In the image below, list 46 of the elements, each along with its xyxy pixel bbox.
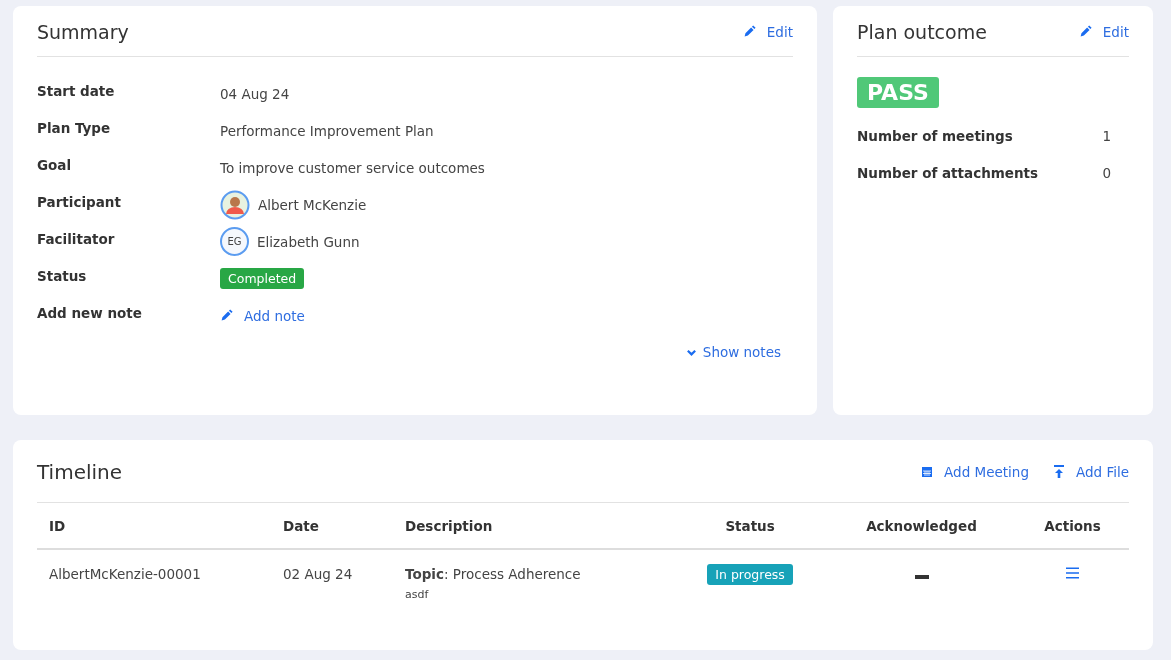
- result-badge: PASS: [857, 77, 939, 108]
- field-label: Start date: [37, 82, 116, 99]
- field-label: Goal: [37, 156, 73, 173]
- add-note-link[interactable]: Add note: [220, 307, 305, 324]
- edit-link[interactable]: Edit: [742, 23, 793, 40]
- column-header: Actions: [1044, 518, 1101, 534]
- stat-label: Number of attachments: [857, 165, 1039, 183]
- stat-label: Number of meetings: [857, 128, 1013, 146]
- avatar-icon: [220, 189, 250, 220]
- field-value: To improve customer service outcomes: [220, 159, 485, 176]
- card-title: Plan outcome: [857, 20, 987, 43]
- status-badge: Completed: [220, 268, 305, 289]
- column-header: Date: [283, 518, 319, 534]
- calendar-icon: [921, 465, 934, 478]
- edit-link[interactable]: Edit: [1078, 23, 1129, 40]
- status-badge: In progress: [707, 564, 793, 585]
- column-header: Description: [405, 518, 493, 534]
- pencil-icon: [742, 25, 756, 38]
- column-header: ID: [49, 518, 66, 534]
- description-note: asdf: [405, 588, 430, 601]
- field-label: Status: [37, 267, 88, 284]
- column-header: Status: [725, 518, 775, 534]
- action-link[interactable]: Add File: [1052, 463, 1129, 480]
- table-cell: AlbertMcKenzie-00001: [49, 566, 201, 582]
- stat-value: 0: [1102, 165, 1111, 183]
- action-link[interactable]: Add Meeting: [921, 463, 1029, 480]
- column-header: Acknowledged: [866, 518, 977, 534]
- card-title: Summary: [37, 20, 129, 43]
- person-name: Elizabeth Gunn: [257, 233, 360, 250]
- field-label: Add new note: [37, 304, 143, 321]
- menu-icon[interactable]: [1066, 567, 1079, 579]
- person-name: Albert McKenzie: [258, 196, 367, 213]
- field-label: Facilitator: [37, 230, 116, 247]
- field-value: 04 Aug 24: [220, 85, 290, 102]
- pencil-icon: [1078, 25, 1092, 38]
- description-text: Topic: Process Adherence: [405, 566, 582, 582]
- pencil-icon: [220, 309, 233, 322]
- initials-avatar: EG: [220, 227, 249, 256]
- stat-value: 1: [1102, 128, 1111, 146]
- show-notes-link[interactable]: Show notes: [685, 344, 781, 360]
- field-value: Performance Improvement Plan: [220, 122, 434, 139]
- card-title: Timeline: [37, 459, 123, 484]
- upload-icon: [1052, 464, 1065, 479]
- table-cell: 02 Aug 24: [283, 566, 353, 582]
- field-label: Participant: [37, 193, 122, 210]
- field-label: Plan Type: [37, 119, 112, 136]
